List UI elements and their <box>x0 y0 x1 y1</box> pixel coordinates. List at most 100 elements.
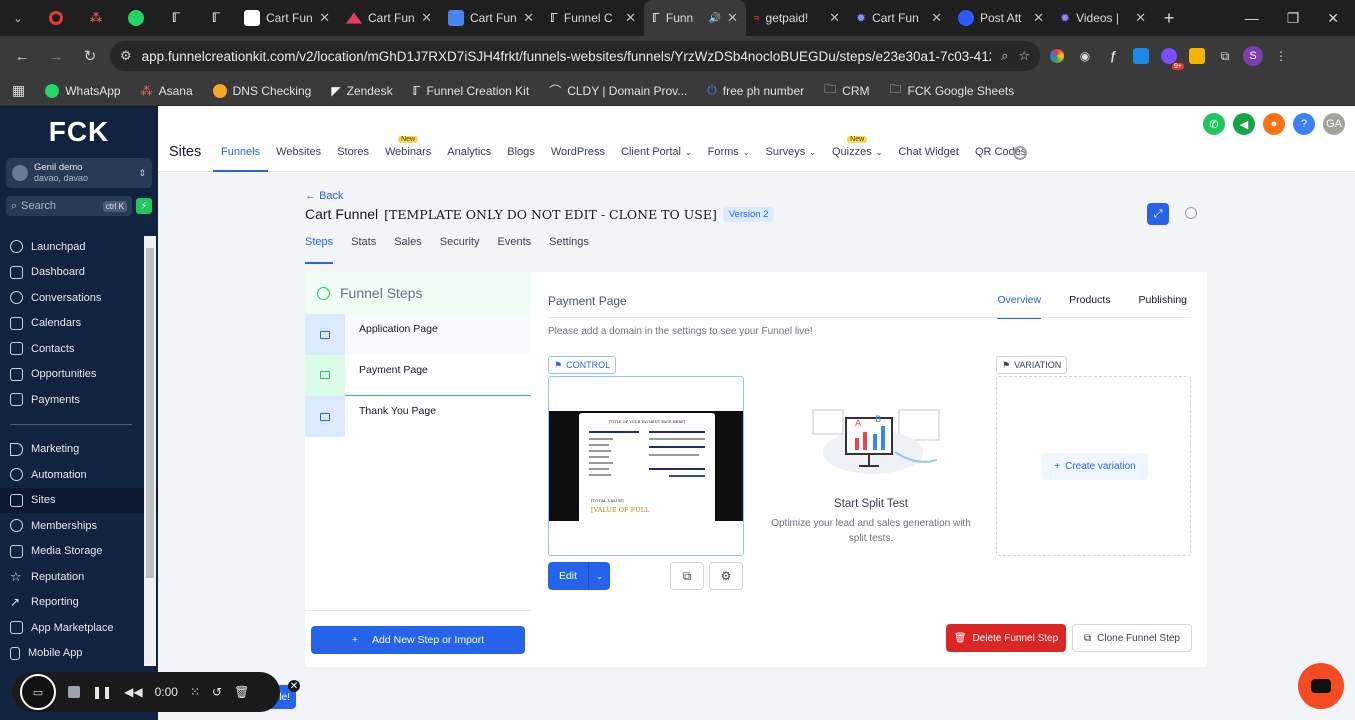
bookmark-cldy[interactable]: ⌒ CLDY | Domain Prov... <box>549 82 687 99</box>
chat-widget-button[interactable] <box>1298 663 1344 709</box>
stop-icon[interactable] <box>68 686 80 698</box>
sidebar-item-calendars[interactable]: Calendars <box>0 311 158 337</box>
sidebar-item-sites[interactable]: Sites <box>0 487 158 513</box>
settings-gear-icon[interactable] <box>1013 146 1027 160</box>
help-icon[interactable]: ? <box>1293 113 1315 135</box>
close-recorder-icon[interactable]: ✕ <box>288 680 300 692</box>
browser-tab[interactable]: ℾ Funnel C ✕ <box>542 0 644 36</box>
bookmark-whatsapp[interactable]: WhatsApp <box>45 83 121 98</box>
page-preview-thumbnail[interactable]: [TITLE OF YOUR PAYMENT PAGE HERE] [TOTAL… <box>548 376 744 556</box>
minimize-icon[interactable]: — <box>1245 10 1259 27</box>
open-external-button[interactable]: ⧉ <box>670 562 704 590</box>
phone-icon[interactable]: ✆ <box>1203 113 1225 135</box>
bookmark-free-ph-number[interactable]: ⏻ free ph number <box>707 83 804 98</box>
pinned-tab-fck-2[interactable]: ℾ <box>196 0 236 36</box>
sidebar-item-app-marketplace[interactable]: App Marketplace <box>0 615 158 641</box>
step-settings-button[interactable]: ⚙ <box>709 562 743 590</box>
scrollbar-thumb[interactable] <box>146 248 154 578</box>
info-icon[interactable] <box>1185 207 1197 219</box>
bookmark-zendesk[interactable]: ◤ Zendesk <box>331 84 392 98</box>
announcement-icon[interactable]: ◀ <box>1233 113 1255 135</box>
close-icon[interactable]: ✕ <box>727 10 738 26</box>
omnibox[interactable]: ⚙ app.funnelcreationkit.com/v2/location/… <box>110 41 1040 71</box>
forward-arrow-icon[interactable]: → <box>42 42 70 70</box>
speaker-icon[interactable]: 🔊 <box>709 13 721 24</box>
bookmark-crm[interactable]: 🗀 CRM <box>824 80 869 101</box>
tab-webinars[interactable]: Webinars New <box>377 136 439 172</box>
sidebar-scrollbar[interactable] <box>144 236 156 666</box>
pause-icon[interactable]: ❚❚ <box>92 685 112 699</box>
tab-settings[interactable]: Settings <box>549 236 589 264</box>
extension-colors-icon[interactable] <box>1046 45 1068 67</box>
pinned-tab-record[interactable] <box>36 0 76 36</box>
bookmark-fck-google-sheets[interactable]: 🗀 FCK Google Sheets <box>889 80 1014 101</box>
user-avatar[interactable]: GA <box>1323 113 1345 135</box>
tab-events[interactable]: Events <box>498 236 532 264</box>
puzzle-icon[interactable]: ⧉ <box>1214 45 1236 67</box>
sidebar-item-dashboard[interactable]: Dashboard <box>0 260 158 286</box>
browser-tab[interactable]: ✹ Cart Fun ✕ <box>848 0 950 36</box>
close-window-icon[interactable]: ✕ <box>1327 10 1339 27</box>
quick-action-bolt-icon[interactable]: ⚡ <box>136 198 152 214</box>
bookmark-funnel-creation-kit[interactable]: ℾ Funnel Creation Kit <box>413 84 530 98</box>
back-arrow-icon[interactable]: ← <box>8 42 36 70</box>
sidebar-item-contacts[interactable]: Contacts <box>0 336 158 362</box>
clone-funnel-step-button[interactable]: ⧉ Clone Funnel Step <box>1072 624 1192 652</box>
pinned-tab-fck[interactable]: ℾ <box>156 0 196 36</box>
tab-search-chevron-icon[interactable]: ⌄ <box>0 0 36 36</box>
browser-tab[interactable]: ≈ getpaid! ✕ <box>746 0 848 36</box>
fx-icon[interactable]: ƒ <box>1102 45 1124 67</box>
edit-label[interactable]: Edit <box>548 570 588 582</box>
restart-icon[interactable]: ↺ <box>212 685 222 699</box>
tab-analytics[interactable]: Analytics <box>439 144 499 172</box>
create-variation-button[interactable]: + Create variation <box>1042 453 1148 480</box>
tab-publishing[interactable]: Publishing <box>1139 294 1187 319</box>
share-button[interactable]: ⤢ <box>1147 203 1169 225</box>
delete-funnel-step-button[interactable]: 🗑 Delete Funnel Step <box>946 624 1066 652</box>
tab-stats[interactable]: Stats <box>351 236 376 264</box>
bell-icon[interactable]: ● <box>1263 113 1285 135</box>
sidebar-item-mobile-app[interactable]: Mobile App <box>0 641 158 667</box>
close-icon[interactable]: ✕ <box>1033 10 1044 26</box>
tab-overview[interactable]: Overview <box>997 294 1042 319</box>
tab-blogs[interactable]: Blogs <box>499 144 543 172</box>
url-text[interactable]: app.funnelcreationkit.com/v2/location/mG… <box>142 49 991 64</box>
edit-split-button[interactable]: Edit ⌄ <box>548 562 610 590</box>
grid-icon[interactable]: ⁙ <box>190 685 200 699</box>
browser-tab[interactable]: Post Att ✕ <box>950 0 1052 36</box>
pinned-tab-whatsapp[interactable] <box>116 0 156 36</box>
new-tab-button[interactable]: + <box>1154 8 1184 29</box>
tab-funnels[interactable]: Funnels <box>213 144 269 172</box>
sidebar-item-opportunities[interactable]: Opportunities <box>0 362 158 388</box>
close-icon[interactable]: ✕ <box>931 10 942 26</box>
bookmark-dns-checking[interactable]: DNS Checking <box>212 83 311 98</box>
tab-stores[interactable]: Stores <box>329 144 377 172</box>
tab-products[interactable]: Products <box>1069 294 1110 319</box>
bookmark-star-icon[interactable]: ☆ <box>1018 48 1030 64</box>
close-icon[interactable]: ✕ <box>421 10 432 26</box>
yellow-ext-icon[interactable] <box>1186 45 1208 67</box>
sidebar-item-marketing[interactable]: Marketing <box>0 437 158 463</box>
add-new-step-button[interactable]: + Add New Step or Import <box>311 626 525 654</box>
browser-menu-icon[interactable]: ⋮ <box>1270 45 1292 67</box>
trash-icon[interactable]: 🗑 <box>234 685 249 699</box>
site-info-icon[interactable]: ⚙ <box>120 48 132 64</box>
restore-icon[interactable]: ❐ <box>1287 10 1300 27</box>
tab-quizzes[interactable]: Quizzes ⌄ New <box>824 136 890 172</box>
sidebar-item-conversations[interactable]: Conversations <box>0 285 158 311</box>
funnel-step-selected[interactable]: Payment Page <box>305 354 531 396</box>
sidebar-item-media-storage[interactable]: Media Storage <box>0 539 158 565</box>
chevron-down-icon[interactable]: ⌄ <box>588 562 610 590</box>
version-badge[interactable]: Version 2 <box>722 206 775 222</box>
apps-grid-icon[interactable]: ▦ <box>12 82 25 99</box>
tab-forms[interactable]: Forms ⌄ <box>700 144 758 172</box>
browser-tab[interactable]: Cart Funn ✕ <box>236 0 338 36</box>
browser-tab[interactable]: Cart Fun ✕ <box>440 0 542 36</box>
close-icon[interactable]: ✕ <box>523 10 534 26</box>
tab-websites[interactable]: Websites <box>268 144 329 172</box>
tab-wordpress[interactable]: WordPress <box>543 144 613 172</box>
tab-chat-widget[interactable]: Chat Widget <box>890 144 967 172</box>
tab-sales[interactable]: Sales <box>394 236 422 264</box>
tab-surveys[interactable]: Surveys ⌄ <box>758 144 824 172</box>
sidebar-item-memberships[interactable]: Memberships <box>0 513 158 539</box>
